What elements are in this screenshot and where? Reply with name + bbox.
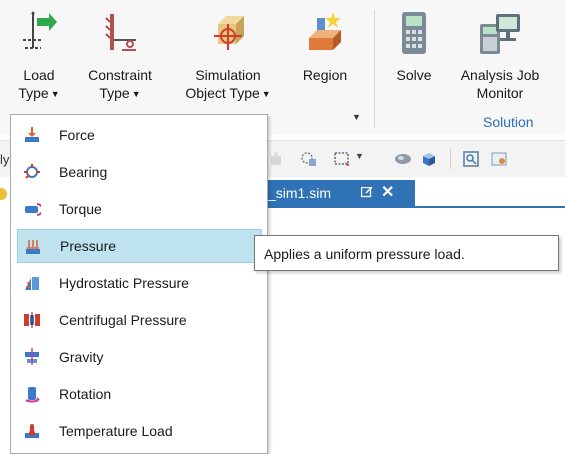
torque-icon — [25, 203, 41, 216]
simulation-object-type-button[interactable]: Simulation Object Type ▼ — [172, 0, 284, 128]
constraint-type-label-line1: Constraint — [88, 67, 152, 83]
view-cube-icon[interactable] — [420, 150, 438, 168]
solution-group-label: Solution — [483, 114, 534, 130]
region-icon — [309, 12, 341, 50]
menu-item-hydrostatic-pressure[interactable]: Hydrostatic Pressure — [17, 266, 262, 300]
bearing-icon — [24, 164, 40, 179]
constraint-type-icon — [105, 14, 136, 51]
force-icon — [25, 127, 39, 142]
menu-item-pressure[interactable]: Pressure — [17, 229, 262, 263]
load-type-label-line2: Type — [18, 85, 49, 101]
pressure-tooltip: Applies a uniform pressure load. — [254, 235, 559, 271]
analysis-job-monitor-icon — [480, 14, 520, 54]
view-shaded-icon[interactable] — [394, 150, 412, 168]
document-tab[interactable]: _sim1.sim ✕ — [262, 180, 415, 206]
region-label: Region — [302, 67, 348, 83]
analysis-job-monitor-button[interactable]: Analysis Job Monitor — [450, 0, 550, 128]
menu-item-temperature-load[interactable]: Temperature Load — [17, 414, 262, 448]
menu-item-torque[interactable]: Torque — [17, 192, 262, 226]
selection-filter-icon[interactable] — [300, 150, 318, 168]
simulation-object-icon — [214, 16, 244, 50]
menu-item-force[interactable]: Force — [17, 118, 262, 152]
left-edge-text: ly — [0, 152, 10, 167]
chevron-down-icon[interactable]: ▼ — [352, 112, 361, 122]
menu-item-centrifugal-pressure[interactable]: Centrifugal Pressure — [17, 303, 262, 337]
chevron-down-icon: ▼ — [50, 89, 60, 100]
zoom-fit-icon[interactable] — [462, 150, 480, 168]
disabled-tool-icon — [271, 152, 281, 165]
load-type-label-line1: Load — [23, 67, 55, 83]
document-tab-underline — [262, 206, 565, 208]
menu-item-label: Torque — [59, 201, 102, 217]
chevron-down-icon: ▼ — [261, 89, 271, 100]
chevron-down-icon: ▼ — [131, 89, 141, 100]
analysis-job-monitor-label-line2: Monitor — [476, 85, 524, 101]
pin-icon[interactable] — [361, 187, 373, 198]
chevron-down-icon[interactable]: ▼ — [355, 151, 364, 161]
menu-item-label: Rotation — [59, 386, 112, 402]
menu-item-bearing[interactable]: Bearing — [17, 155, 262, 189]
solve-icon — [402, 12, 426, 54]
menu-item-rotation[interactable]: Rotation — [17, 377, 262, 411]
region-button[interactable]: Region — [290, 0, 360, 128]
hydrostatic-pressure-icon — [25, 277, 39, 290]
load-type-icon — [23, 11, 57, 49]
menu-item-gravity[interactable]: Gravity — [17, 340, 262, 374]
pressure-icon — [26, 240, 40, 254]
menu-item-label: Gravity — [59, 349, 104, 365]
constraint-type-button[interactable]: Constraint Type ▼ — [76, 0, 164, 128]
rectangle-select-icon[interactable] — [333, 150, 351, 168]
temperature-load-icon — [25, 424, 39, 438]
constraint-type-label-line2: Type — [99, 85, 130, 101]
menu-item-label: Bearing — [59, 164, 108, 180]
toolbar-separator — [450, 149, 451, 169]
menu-item-label: Force — [59, 127, 95, 143]
rotation-icon — [25, 387, 40, 403]
simulation-object-type-label-line2: Object Type — [185, 85, 260, 101]
simulation-object-type-label-line1: Simulation — [195, 67, 261, 83]
solve-label: Solve — [396, 67, 432, 83]
centrifugal-pressure-icon — [24, 312, 40, 328]
menu-item-label: Pressure — [60, 238, 117, 254]
document-tab-name: _sim1.sim — [268, 185, 332, 201]
gravity-icon — [25, 348, 39, 365]
display-tool-icon[interactable] — [490, 150, 508, 168]
menu-item-label: Temperature Load — [59, 423, 173, 439]
menu-item-label: Centrifugal Pressure — [59, 312, 187, 328]
close-icon[interactable]: ✕ — [381, 180, 394, 206]
analysis-job-monitor-label-line1: Analysis Job — [460, 67, 540, 83]
ribbon-separator — [374, 10, 375, 128]
solve-button[interactable]: Solve — [384, 0, 444, 128]
menu-item-label: Hydrostatic Pressure — [59, 275, 189, 291]
load-type-menu: Force Bearing Torque Pressure Hydrostati… — [10, 114, 268, 454]
load-type-button[interactable]: Load Type ▼ — [8, 0, 70, 128]
